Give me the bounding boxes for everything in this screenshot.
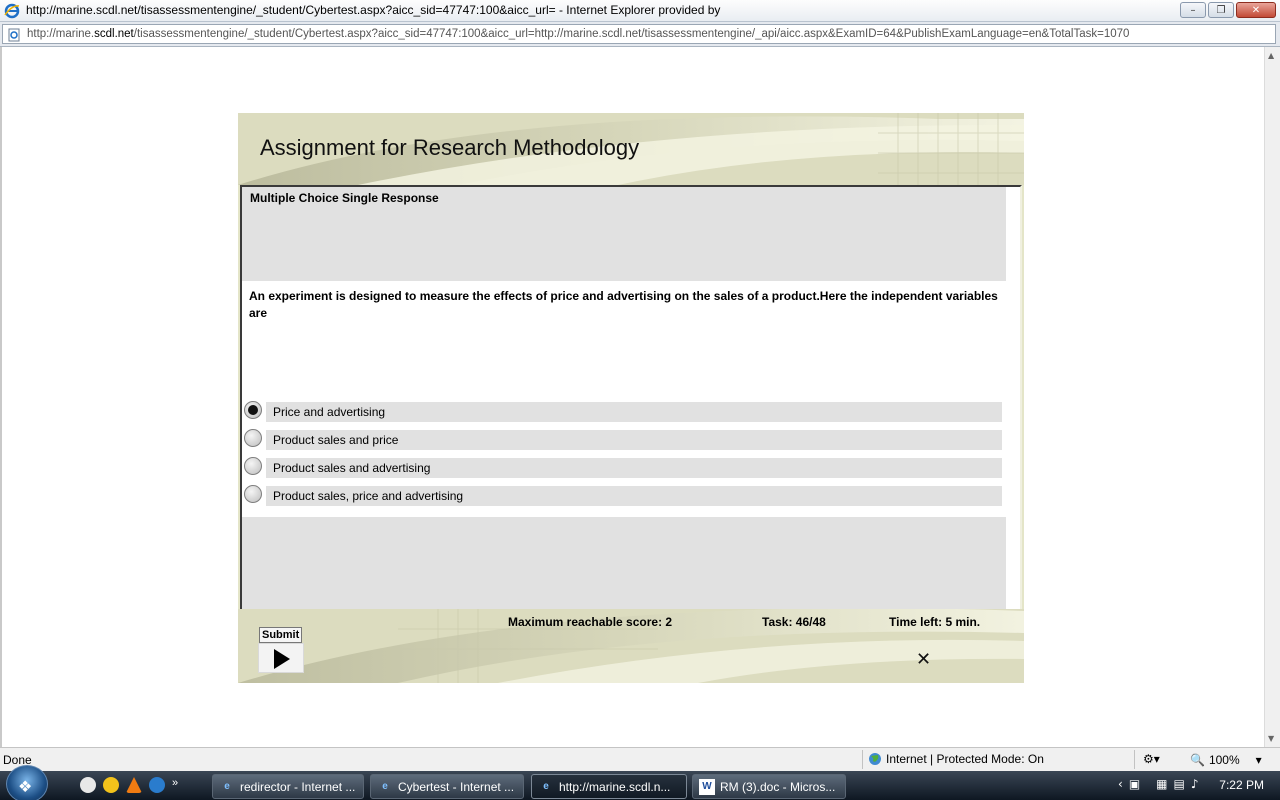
quick-launch: » — [80, 777, 182, 793]
max-score: Maximum reachable score: 2 — [508, 615, 673, 629]
option-2[interactable]: Product sales and price — [244, 429, 1004, 451]
chevron-right-icon[interactable]: » — [172, 777, 182, 793]
protection-icon[interactable]: ⚙▾ — [1143, 752, 1160, 766]
feedback-panel — [242, 517, 1006, 609]
ie-icon: e — [543, 781, 549, 792]
taskbar-button-marine[interactable]: e http://marine.scdl.n... — [531, 774, 687, 799]
clock[interactable]: 7:22 PM — [1219, 778, 1264, 792]
messenger-icon[interactable] — [103, 777, 119, 793]
status-bar: Done Internet | Protected Mode: On ⚙▾ 🔍 … — [0, 747, 1280, 771]
option-3[interactable]: Product sales and advertising — [244, 457, 1004, 479]
chat-icon[interactable] — [80, 777, 96, 793]
next-button[interactable] — [258, 643, 304, 673]
question-area: Multiple Choice Single Response An exper… — [240, 185, 1022, 609]
tray-app-icon[interactable]: ▦ — [1156, 777, 1167, 791]
exam-title: Assignment for Research Methodology — [260, 135, 640, 160]
globe-icon — [869, 753, 881, 765]
zoom-icon: 🔍 — [1190, 753, 1205, 767]
option-2-label[interactable]: Product sales and price — [266, 430, 1002, 450]
close-window-button[interactable]: ✕ — [1236, 2, 1276, 18]
chevron-left-icon[interactable]: ‹ — [1118, 777, 1123, 791]
maximize-button[interactable]: ❐ — [1208, 2, 1234, 18]
submit-button[interactable]: Submit — [259, 627, 303, 643]
taskbar: ❖ » e redirector - Internet ... e Cybert… — [0, 765, 1280, 800]
volume-icon[interactable]: ♪ — [1191, 777, 1199, 791]
ie-icon[interactable] — [149, 777, 165, 793]
ie-icon — [4, 3, 20, 19]
option-1-radio[interactable] — [244, 401, 262, 419]
task-counter: Task: 46/48 — [762, 615, 826, 629]
taskbar-button-label: http://marine.scdl.n... — [559, 779, 671, 794]
question-type-panel: Multiple Choice Single Response — [242, 187, 1006, 281]
status-divider — [862, 750, 863, 769]
option-3-radio[interactable] — [244, 457, 262, 475]
ie-icon: e — [224, 781, 230, 792]
system-tray: ‹ ▣ ▦ ▤ ♪ 7:22 PM — [1114, 771, 1280, 800]
option-1[interactable]: Price and advertising — [244, 401, 1004, 423]
start-button[interactable]: ❖ — [6, 765, 48, 800]
window-title: http://marine.scdl.net/tisassessmentengi… — [26, 3, 721, 17]
zoom-level: 100% — [1208, 753, 1240, 767]
vlc-icon[interactable] — [126, 777, 142, 793]
address-bar: http://marine.scdl.net/tisassessmentengi… — [0, 22, 1280, 47]
ie-icon: e — [382, 781, 388, 792]
option-1-label[interactable]: Price and advertising — [266, 402, 1002, 422]
time-left: Time left: 5 min. — [889, 615, 981, 629]
vertical-scrollbar[interactable]: ▲ ▼ — [1264, 47, 1280, 747]
question-text: An experiment is designed to measure the… — [249, 289, 998, 320]
close-exam-icon[interactable]: ✕ — [916, 649, 931, 670]
windows-logo-icon: ❖ — [18, 779, 33, 796]
security-zone[interactable]: Internet | Protected Mode: On — [868, 752, 1044, 766]
option-3-label[interactable]: Product sales and advertising — [266, 458, 1002, 478]
option-4-label[interactable]: Product sales, price and advertising — [266, 486, 1002, 506]
status-divider — [1134, 750, 1135, 769]
exam-panel: Assignment for Research Methodology Mult… — [238, 113, 1024, 683]
scroll-down-icon[interactable]: ▼ — [1268, 734, 1274, 743]
option-2-radio[interactable] — [244, 429, 262, 447]
chevron-down-icon[interactable]: ▾ — [1256, 753, 1262, 767]
display-icon[interactable]: ▤ — [1174, 777, 1185, 791]
taskbar-button-cybertest[interactable]: e Cybertest - Internet ... — [370, 774, 524, 799]
option-4[interactable]: Product sales, price and advertising — [244, 485, 1004, 507]
minimize-button[interactable]: – — [1180, 2, 1206, 18]
scroll-up-icon[interactable]: ▲ — [1268, 51, 1274, 60]
question-type: Multiple Choice Single Response — [250, 191, 439, 205]
taskbar-button-label: redirector - Internet ... — [240, 779, 356, 794]
play-arrow-icon — [274, 649, 290, 669]
taskbar-button-label: Cybertest - Internet ... — [398, 779, 515, 794]
address-input[interactable]: http://marine.scdl.net/tisassessmentengi… — [2, 24, 1276, 44]
taskbar-button-label: RM (3).doc - Micros... — [720, 779, 836, 794]
taskbar-button-redirector[interactable]: e redirector - Internet ... — [212, 774, 364, 799]
page-icon — [8, 28, 20, 42]
zoom-control[interactable]: 🔍 100% ▾ — [1190, 753, 1262, 767]
word-icon: W — [699, 778, 715, 795]
window-title-bar[interactable]: http://marine.scdl.net/tisassessmentengi… — [0, 0, 1280, 22]
network-icon[interactable]: ▣ — [1129, 777, 1140, 791]
security-zone-text: Internet | Protected Mode: On — [886, 752, 1044, 766]
option-4-radio[interactable] — [244, 485, 262, 503]
taskbar-button-word[interactable]: W RM (3).doc - Micros... — [692, 774, 846, 799]
address-url: http://marine.scdl.net/tisassessmentengi… — [27, 28, 1130, 40]
